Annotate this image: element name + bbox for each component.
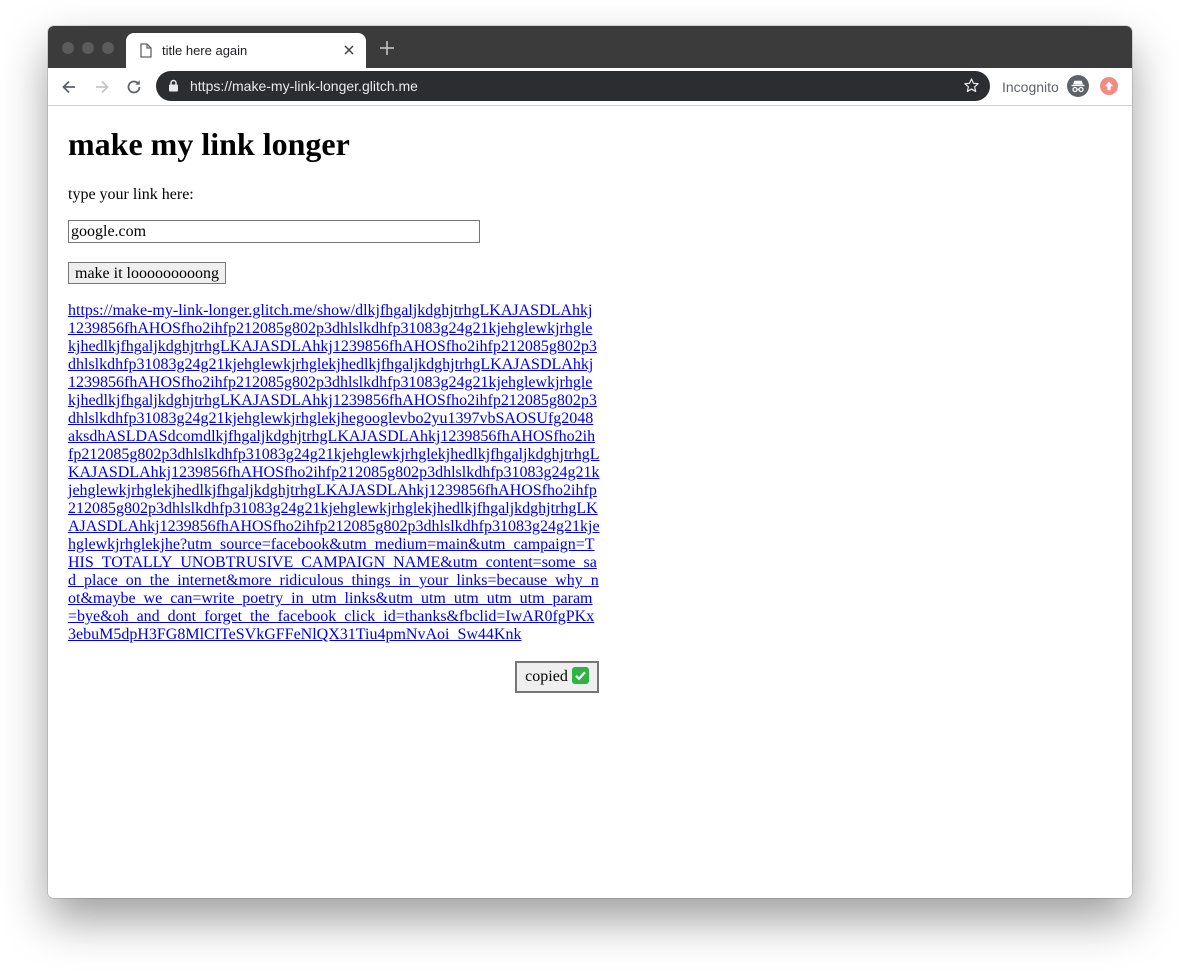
address-bar[interactable]: https://make-my-link-longer.glitch.me [156,71,990,101]
make-long-button[interactable]: make it looooooooong [68,262,226,284]
plus-icon[interactable] [379,40,395,56]
copied-label: copied [525,668,568,685]
url-text: https://make-my-link-longer.glitch.me [190,78,418,94]
incognito-label: Incognito [1002,79,1059,95]
browser-tab[interactable]: title here again [126,33,366,68]
lock-icon [168,79,179,97]
reload-icon[interactable] [125,78,143,96]
check-mark-icon [571,667,589,684]
forward-arrow-icon[interactable] [93,78,111,96]
close-window-dot[interactable] [62,42,74,54]
back-arrow-icon[interactable] [60,78,78,96]
browser-toolbar: https://make-my-link-longer.glitch.me In… [48,68,1132,106]
star-icon[interactable] [963,77,980,99]
title-bar: title here again [48,26,1132,68]
browser-window: title here again https://make-my-link-lo… [48,26,1132,898]
update-icon[interactable] [1100,77,1118,95]
incognito-icon[interactable] [1067,75,1089,97]
zoom-window-dot[interactable] [102,42,114,54]
close-icon[interactable] [342,43,356,57]
long-link[interactable]: https://make-my-link-longer.glitch.me/sh… [68,302,600,644]
tab-title: title here again [162,43,248,58]
copied-button[interactable]: copied [515,661,599,693]
input-prompt: type your link here: [68,186,194,203]
page-title: make my link longer [68,126,350,162]
link-input[interactable] [68,220,480,243]
document-icon [140,43,152,63]
page-content: make my link longer type your link here:… [48,106,1132,898]
minimize-window-dot[interactable] [82,42,94,54]
